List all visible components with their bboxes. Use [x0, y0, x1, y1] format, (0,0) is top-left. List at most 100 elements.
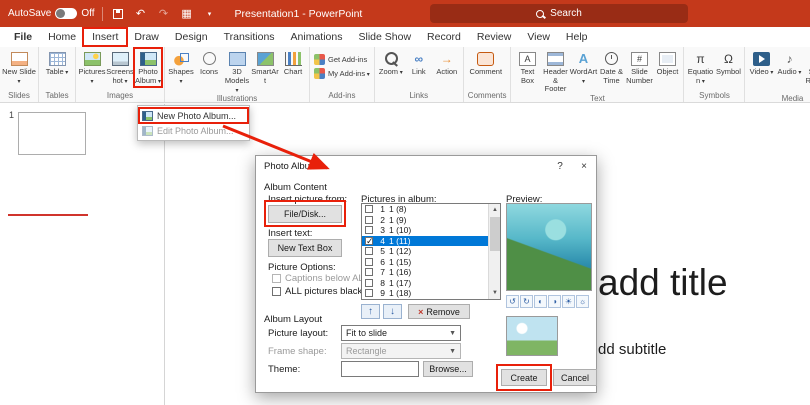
photo-album-button[interactable]: Photo Album [133, 47, 163, 88]
tab-review[interactable]: Review [469, 28, 519, 46]
list-item[interactable]: 81 (17) [362, 278, 500, 289]
rotate-right-icon[interactable]: ↻ [520, 295, 533, 308]
menu-item-edit-photo-album[interactable]: Edit Photo Album... [138, 123, 249, 138]
list-item[interactable]: 91 (18) [362, 288, 500, 299]
audio-button[interactable]: Audio [775, 49, 803, 77]
tab-transitions[interactable]: Transitions [216, 28, 283, 46]
symbol-button[interactable]: Symbol [714, 49, 742, 77]
my-addins-button[interactable]: My Add-ins [314, 68, 370, 79]
tab-home[interactable]: Home [40, 28, 84, 46]
redo-button[interactable]: ↷ [156, 6, 172, 22]
text-box-button[interactable]: Text Box [513, 49, 541, 85]
video-button[interactable]: Video [747, 49, 775, 77]
tab-animations[interactable]: Animations [283, 28, 351, 46]
smartart-button[interactable]: SmartArt [251, 49, 279, 85]
header-footer-button[interactable]: Header & Footer [541, 49, 569, 94]
browse-button[interactable]: Browse... [423, 361, 473, 377]
3d-models-button[interactable]: 3D Models [223, 49, 251, 94]
slide-number-button[interactable]: Slide Number [625, 49, 653, 85]
theme-input[interactable] [341, 361, 419, 377]
menu-item-new-photo-album[interactable]: New Photo Album... [138, 107, 249, 124]
scrollbar-thumb[interactable] [490, 217, 500, 251]
screenshot-button[interactable]: Screenshot [106, 49, 134, 86]
list-item[interactable]: 21 (9) [362, 215, 500, 226]
captions-checkbox[interactable] [272, 274, 281, 283]
picture-checkbox[interactable] [365, 257, 373, 266]
chart-button[interactable]: Chart [279, 49, 307, 77]
remove-button[interactable]: × Remove [408, 304, 470, 319]
label: New Photo Album... [157, 110, 237, 121]
slide-title-placeholder[interactable]: add title [598, 262, 728, 304]
contrast-up-icon[interactable]: ◐ [534, 295, 547, 308]
frame-shape-select[interactable]: Rectangle ▼ [341, 343, 461, 359]
dialog-title-bar[interactable]: Photo Album ? × [256, 156, 596, 176]
picture-checkbox[interactable] [365, 226, 373, 235]
tab-record[interactable]: Record [419, 28, 469, 46]
slide-thumbnail[interactable] [18, 112, 86, 155]
black-white-checkbox[interactable] [272, 287, 281, 296]
list-item[interactable]: 11 (8) [362, 204, 500, 215]
quick-access-caret-icon[interactable]: ▾ [202, 6, 218, 22]
brightness-down-icon[interactable]: ☼ [576, 295, 589, 308]
new-slide-button[interactable]: New Slide [2, 49, 36, 86]
file-disk-button[interactable]: File/Disk... [268, 205, 342, 223]
list-item-selected[interactable]: 41 (11) [362, 235, 500, 247]
picture-checkbox[interactable] [365, 236, 374, 247]
shapes-button[interactable]: Shapes [167, 49, 195, 86]
get-addins-button[interactable]: Get Add-ins [314, 54, 370, 65]
object-button[interactable]: Object [653, 49, 681, 77]
equation-button[interactable]: Equation [686, 49, 714, 86]
picture-checkbox[interactable] [365, 215, 373, 224]
zoom-button[interactable]: Zoom [377, 49, 405, 77]
tab-design[interactable]: Design [167, 28, 216, 46]
scroll-up-icon[interactable]: ▲ [489, 204, 500, 216]
list-item[interactable]: 71 (16) [362, 267, 500, 278]
pictures-button[interactable]: Pictures [78, 49, 106, 86]
autosave-toggle[interactable] [55, 8, 78, 19]
dialog-close-button[interactable]: × [572, 156, 596, 176]
action-button[interactable]: Action [433, 49, 461, 77]
picture-checkbox[interactable] [365, 278, 373, 287]
slide-subtitle-placeholder[interactable]: dd subtitle [598, 341, 666, 358]
tab-insert[interactable]: Insert [82, 27, 129, 47]
save-button[interactable] [110, 6, 126, 22]
create-button[interactable]: Create [501, 369, 547, 386]
tab-view[interactable]: View [519, 28, 558, 46]
table-button[interactable]: Table [41, 49, 73, 77]
ribbon-display-icon[interactable]: ▦ [179, 6, 195, 22]
move-down-button[interactable]: ↓ [383, 304, 402, 319]
icons-button[interactable]: Icons [195, 49, 223, 77]
tab-draw[interactable]: Draw [126, 28, 167, 46]
link-button[interactable]: Link [405, 49, 433, 77]
brightness-up-icon[interactable]: ☀ [562, 295, 575, 308]
picture-layout-select[interactable]: Fit to slide ▼ [341, 325, 461, 341]
picture-checkbox[interactable] [365, 205, 373, 214]
scroll-down-icon[interactable]: ▼ [489, 287, 500, 299]
autosave-control[interactable]: AutoSave Off [8, 8, 95, 19]
list-scrollbar[interactable]: ▲ ▼ [488, 204, 500, 299]
picture-checkbox[interactable] [365, 247, 373, 256]
group-label: Add-ins [328, 91, 356, 100]
list-item[interactable]: 51 (12) [362, 246, 500, 257]
tab-help[interactable]: Help [558, 28, 596, 46]
dialog-help-button[interactable]: ? [548, 156, 572, 176]
new-text-box-button[interactable]: New Text Box [268, 239, 342, 257]
pictures-list[interactable]: 11 (8) 21 (9) 31 (10) 41 (11) 51 (12) 61… [361, 203, 501, 300]
cancel-button[interactable]: Cancel [553, 369, 597, 386]
picture-checkbox[interactable] [365, 268, 373, 277]
list-item[interactable]: 31 (10) [362, 225, 500, 236]
comment-button[interactable]: Comment [466, 49, 506, 77]
picture-checkbox[interactable] [365, 289, 373, 298]
date-time-button[interactable]: Date & Time [597, 49, 625, 85]
undo-button[interactable]: ↶ [133, 6, 149, 22]
tab-slide-show[interactable]: Slide Show [351, 28, 420, 46]
list-item[interactable]: 61 (15) [362, 257, 500, 268]
move-up-button[interactable]: ↑ [361, 304, 380, 319]
wordart-button[interactable]: WordArt [569, 49, 597, 86]
screen-recording-button[interactable]: Screen Recording [803, 49, 810, 94]
rotate-left-icon[interactable]: ↺ [506, 295, 519, 308]
tab-file[interactable]: File [6, 28, 40, 46]
search-box[interactable]: Search [430, 4, 688, 23]
preview-image [506, 203, 592, 291]
contrast-down-icon[interactable]: ◑ [548, 295, 561, 308]
